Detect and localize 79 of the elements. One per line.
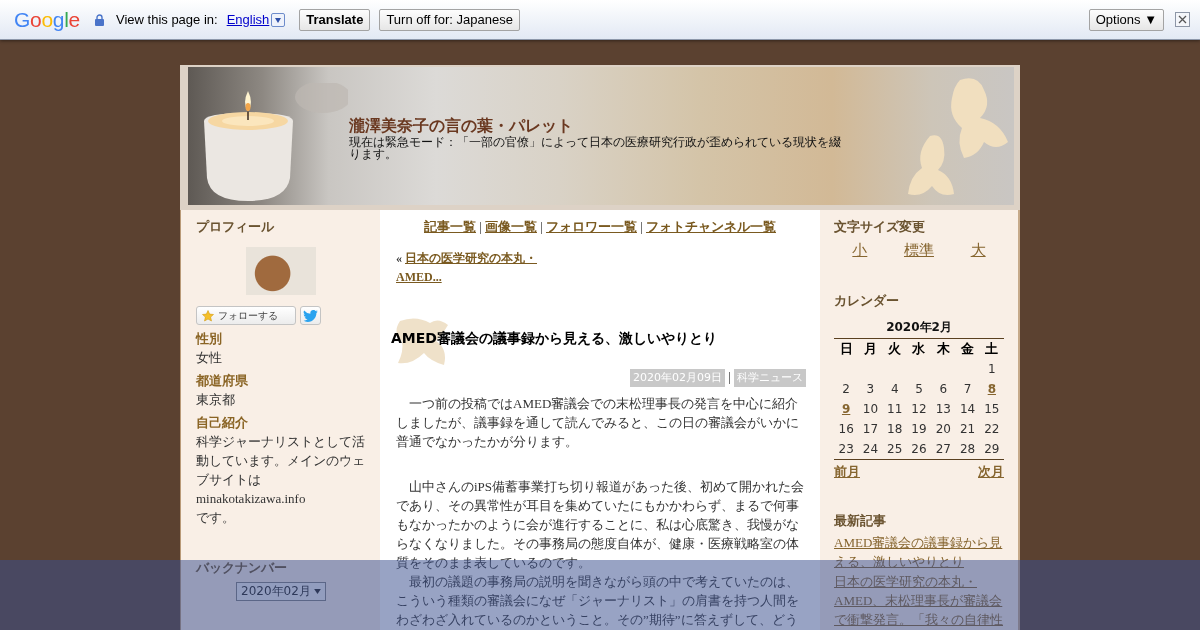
calendar-day: 2 <box>842 382 850 396</box>
weekday-label: 日 <box>834 338 859 359</box>
calendar-day: 20 <box>935 422 951 436</box>
language-link[interactable]: English <box>226 12 270 27</box>
translate-button[interactable]: Translate <box>299 8 371 31</box>
calendar-day: 15 <box>984 402 1000 416</box>
star-icon <box>202 309 214 322</box>
section-heading: カレンダー <box>834 292 900 310</box>
article-title: AMED審議会の議事録から見える、激しいやりとり <box>391 329 718 348</box>
calendar-month: 2020年2月 <box>885 319 953 336</box>
calendar-day: 24 <box>862 442 879 456</box>
field-value: 女性 <box>196 349 223 367</box>
field-label: 自己紹介 <box>196 414 249 432</box>
field-label: 都道府県 <box>196 372 249 390</box>
calendar-day[interactable]: 8 <box>987 382 996 396</box>
bird-icon <box>303 309 318 322</box>
lock-icon <box>95 13 104 26</box>
photo-placeholder <box>246 247 316 295</box>
calendar-day: 26 <box>911 442 927 456</box>
calendar-day: 4 <box>890 382 899 396</box>
calendar-day: 23 <box>838 442 854 456</box>
options-button[interactable]: Options ▼ <box>1088 8 1164 31</box>
turn-off-button[interactable]: Turn off for: Japanese <box>379 8 520 31</box>
previous-month-link[interactable]: 前月 <box>834 462 860 481</box>
calendar-day: 17 <box>862 422 879 436</box>
calendar-day: 13 <box>935 402 951 416</box>
share-button[interactable] <box>300 306 321 325</box>
section-heading: 最新記事 <box>834 512 887 530</box>
language-prompt: View this page in: <box>116 12 218 27</box>
calendar-day: 28 <box>959 442 976 456</box>
nav-link[interactable]: フォトチャンネル一覧 <box>646 219 776 234</box>
weekday-label: 水 <box>906 338 932 359</box>
calendar-day: 29 <box>984 442 1000 456</box>
font-size-link[interactable]: 大 <box>970 240 986 260</box>
weekday-label: 月 <box>858 338 883 359</box>
field-value: 東京都 <box>196 391 236 409</box>
weekday-label: 金 <box>955 338 980 359</box>
close-icon[interactable] <box>1175 12 1190 27</box>
dropdown-caret-icon[interactable] <box>271 12 286 27</box>
logo: Google <box>14 7 80 32</box>
calendar-day: 16 <box>838 422 854 436</box>
calendar-day: 21 <box>959 422 976 436</box>
next-month-link[interactable]: 次月 <box>978 462 1004 481</box>
caret-icon <box>314 589 321 594</box>
month-select[interactable]: 2020年02月 <box>236 582 326 601</box>
weekday-label: 火 <box>882 338 907 359</box>
font-size-link[interactable]: 小 <box>852 240 868 260</box>
font-size-link[interactable]: 標準 <box>904 240 934 260</box>
article-paragraph: 一つ前の投稿ではAMED審議会での末松理事長の発言を中心に紹介しましたが、議事録を通して読んでみると、この日の審議会がいかに普通でなかったかが分ります。 <box>396 395 800 451</box>
calendar-day: 10 <box>862 402 879 416</box>
field-value: 科学ジャーナリストとして活動しています。メインのウェブサイトは minakotakizawa.info です。 <box>196 433 366 527</box>
section-heading: バックナンバー <box>196 559 288 577</box>
calendar-day: 1 <box>988 362 996 376</box>
follow-button[interactable]: フォローする <box>196 306 296 325</box>
calendar-day: 14 <box>959 402 976 416</box>
calendar-day: 19 <box>911 422 927 436</box>
weekday-label: 木 <box>931 338 956 359</box>
previous-post-link[interactable]: « 日本の医学研究の本丸・AMED... <box>396 249 556 287</box>
nav-link[interactable]: 画像一覧 <box>485 219 537 234</box>
field-label: 性別 <box>196 330 223 348</box>
weekday-label: 土 <box>979 338 1004 359</box>
calendar-day: 12 <box>911 402 927 416</box>
calendar-day: 27 <box>935 442 951 456</box>
blog-description: 現在は緊急モード：「一部の官僚」によって日本の医療研究行政が歪められている現状を綴ります。 <box>349 136 842 160</box>
blog-title[interactable]: 瀧澤美奈子の言の葉・パレット <box>349 116 1014 136</box>
nav-link[interactable]: フォロワー一覧 <box>546 219 637 234</box>
section-heading: 文字サイズ変更 <box>834 218 926 236</box>
calendar-day: 25 <box>887 442 903 456</box>
calendar-day: 3 <box>866 382 875 396</box>
calendar-day: 18 <box>887 422 903 436</box>
calendar-day: 6 <box>939 382 948 396</box>
calendar-day[interactable]: 9 <box>841 402 851 416</box>
article-paragraph: 最初の議題の事務局の説明を聞きながら頭の中で考えていたのは、こういう種類の審議会になぜ「ジャーナリスト」の肩書を持つ人間をわざわざ入れているのかということ。その”期待”に答えずして、どう <box>396 573 800 629</box>
calendar-day: 7 <box>963 382 972 396</box>
calendar-day: 5 <box>915 382 923 396</box>
section-heading: プロフィール <box>196 218 275 236</box>
calendar-day: 22 <box>984 422 1000 436</box>
calendar-day: 11 <box>887 402 903 416</box>
nav-link[interactable]: 記事一覧 <box>424 219 476 234</box>
